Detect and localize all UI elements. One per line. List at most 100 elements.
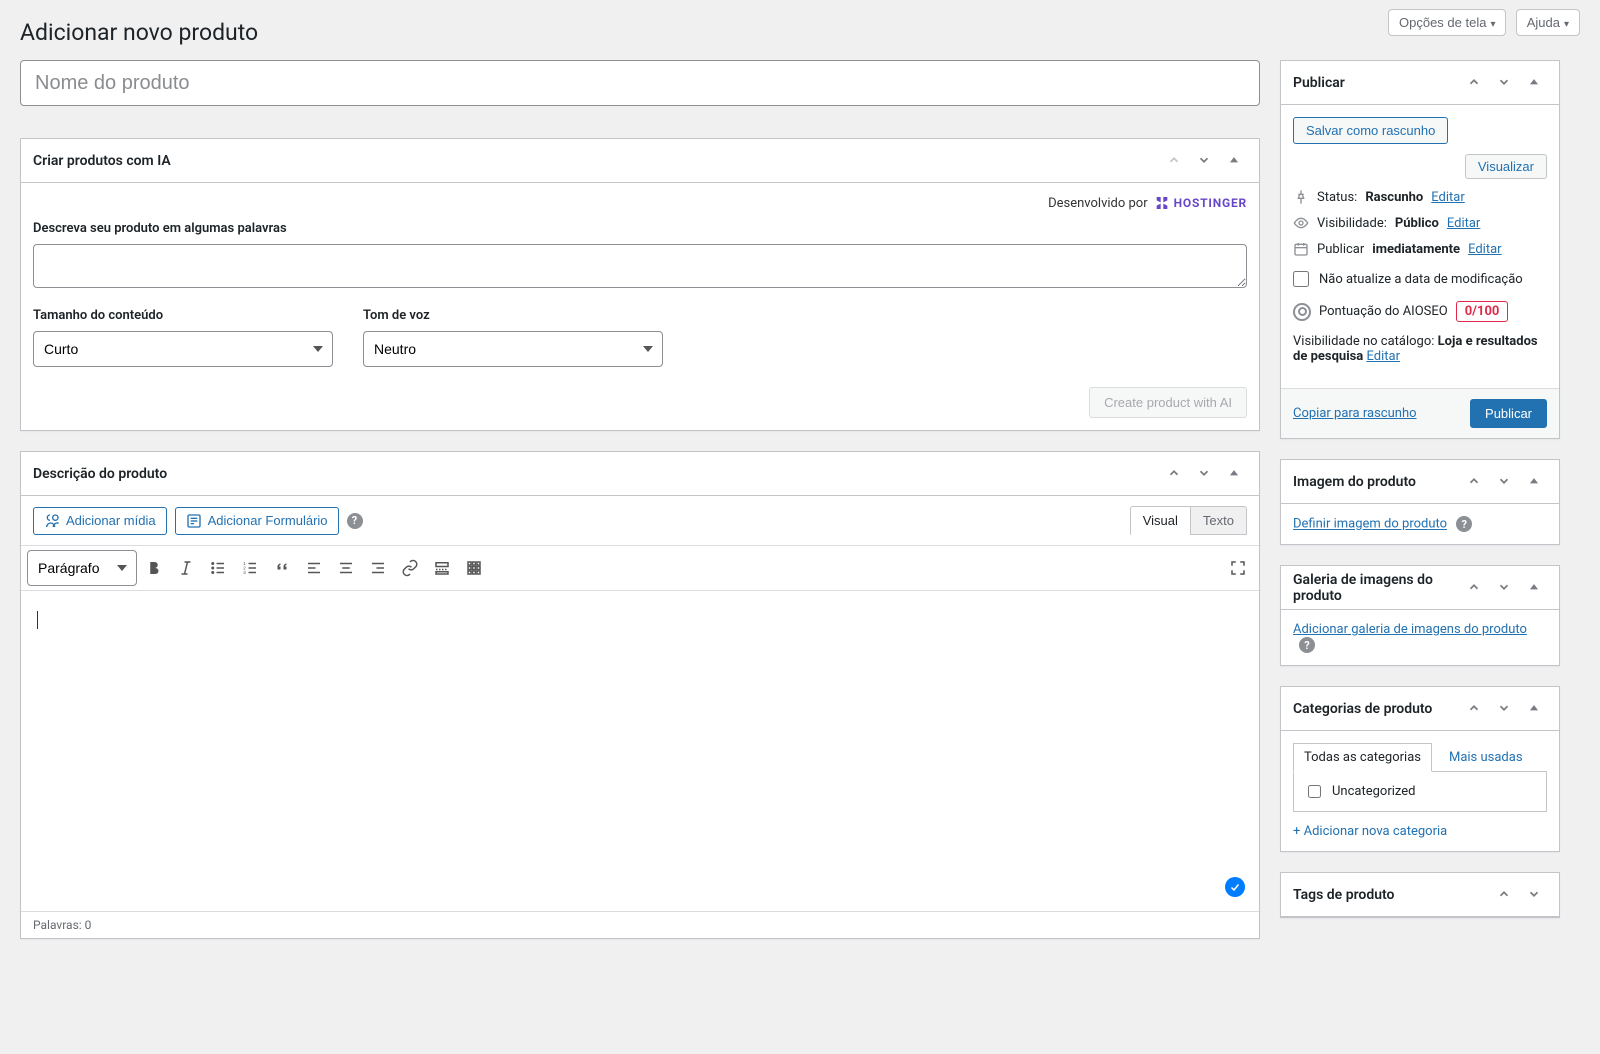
preview-button[interactable]: Visualizar [1465, 154, 1547, 179]
product-image-title: Imagem do produto [1293, 474, 1416, 490]
product-gallery-title: Galeria de imagens do produto [1293, 572, 1443, 604]
publish-date-label: Publicar [1317, 242, 1364, 257]
describe-label: Descreva seu produto em algumas palavras [33, 221, 1247, 236]
panel-toggle-button[interactable] [1521, 576, 1547, 600]
tone-select[interactable]: Neutro [363, 331, 663, 367]
tab-visual[interactable]: Visual [1130, 506, 1190, 535]
add-media-label: Adicionar mídia [66, 513, 156, 528]
editor-cursor [37, 611, 38, 629]
status-value: Rascunho [1365, 190, 1423, 205]
set-product-image-link[interactable]: Definir imagem do produto [1293, 517, 1447, 532]
publish-date-edit-link[interactable]: Editar [1468, 242, 1502, 257]
add-gallery-link[interactable]: Adicionar galeria de imagens do produto [1293, 622, 1527, 637]
screen-options-button[interactable]: Opções de tela [1388, 9, 1506, 36]
help-icon[interactable]: ? [1299, 637, 1315, 653]
visibility-label: Visibilidade: [1317, 216, 1387, 231]
panel-move-up-button[interactable] [1491, 883, 1517, 907]
toolbar-toggle-button[interactable] [459, 553, 489, 583]
blockquote-button[interactable] [267, 553, 297, 583]
tab-text[interactable]: Texto [1190, 506, 1247, 535]
insert-more-button[interactable] [427, 553, 457, 583]
aioseo-icon [1293, 303, 1311, 321]
help-label: Ajuda [1527, 15, 1560, 30]
link-button[interactable] [395, 553, 425, 583]
panel-move-up-button[interactable] [1461, 576, 1487, 600]
powered-by-label: Desenvolvido por HOSTINGER [33, 195, 1247, 211]
editor-check-badge[interactable] [1225, 877, 1245, 897]
content-length-label: Tamanho do conteúdo [33, 308, 333, 323]
publish-panel: Publicar Salvar como rascunho Visualizar… [1280, 60, 1560, 439]
product-categories-title: Categorias de produto [1293, 701, 1432, 717]
pin-icon [1293, 189, 1309, 205]
help-button[interactable]: Ajuda [1516, 9, 1580, 36]
align-center-button[interactable] [331, 553, 361, 583]
status-edit-link[interactable]: Editar [1431, 190, 1465, 205]
numbered-list-button[interactable]: 123 [235, 553, 265, 583]
help-icon[interactable]: ? [1456, 516, 1472, 532]
panel-move-up-button[interactable] [1461, 71, 1487, 95]
panel-move-down-button[interactable] [1521, 883, 1547, 907]
create-with-ai-button: Create product with AI [1089, 387, 1247, 418]
editor-content-area[interactable] [21, 591, 1259, 911]
no-update-date-label: Não atualize a data de modificação [1319, 272, 1523, 287]
panel-move-down-button[interactable] [1191, 149, 1217, 173]
ai-create-panel: Criar produtos com IA Desenvolvido por H… [20, 138, 1260, 431]
panel-move-down-button[interactable] [1191, 462, 1217, 486]
product-description-title: Descrição do produto [33, 466, 167, 482]
add-form-label: Adicionar Formulário [208, 513, 328, 528]
panel-move-up-button[interactable] [1161, 462, 1187, 486]
content-length-select[interactable]: Curto [33, 331, 333, 367]
publish-title: Publicar [1293, 75, 1345, 91]
help-icon[interactable]: ? [347, 513, 363, 529]
product-title-input[interactable] [20, 60, 1260, 106]
product-categories-panel: Categorias de produto Todas as categoria… [1280, 686, 1560, 852]
product-tags-title: Tags de produto [1293, 887, 1394, 903]
align-right-button[interactable] [363, 553, 393, 583]
hostinger-logo: HOSTINGER [1154, 195, 1247, 211]
copy-to-draft-link[interactable]: Copiar para rascunho [1293, 406, 1417, 421]
publish-date-value: imediatamente [1372, 242, 1460, 257]
no-update-date-checkbox[interactable] [1293, 271, 1309, 287]
panel-toggle-button[interactable] [1221, 149, 1247, 173]
page-title: Adicionar novo produto [2, 10, 1580, 50]
panel-toggle-button[interactable] [1521, 71, 1547, 95]
editor-word-count: Palavras: 0 [21, 911, 1259, 938]
fullscreen-button[interactable] [1223, 553, 1253, 583]
panel-toggle-button[interactable] [1521, 697, 1547, 721]
visibility-edit-link[interactable]: Editar [1447, 216, 1481, 231]
save-draft-button[interactable]: Salvar como rascunho [1293, 117, 1448, 144]
panel-move-up-button [1161, 149, 1187, 173]
panel-move-down-button[interactable] [1491, 71, 1517, 95]
panel-move-down-button[interactable] [1491, 576, 1517, 600]
italic-button[interactable] [171, 553, 201, 583]
panel-move-up-button[interactable] [1461, 697, 1487, 721]
product-tags-panel: Tags de produto [1280, 872, 1560, 918]
format-select[interactable]: Parágrafo [27, 550, 137, 586]
align-left-button[interactable] [299, 553, 329, 583]
add-media-button[interactable]: Adicionar mídia [33, 507, 167, 535]
add-form-button[interactable]: Adicionar Formulário [175, 507, 339, 535]
product-gallery-panel: Galeria de imagens do produto Adicionar … [1280, 565, 1560, 666]
panel-move-down-button[interactable] [1491, 697, 1517, 721]
panel-move-down-button[interactable] [1491, 470, 1517, 494]
svg-text:3: 3 [243, 570, 246, 575]
bullet-list-button[interactable] [203, 553, 233, 583]
catalog-visibility-label: Visibilidade no catálogo: [1293, 334, 1434, 349]
panel-toggle-button[interactable] [1521, 470, 1547, 494]
panel-move-up-button[interactable] [1461, 470, 1487, 494]
ai-create-title: Criar produtos com IA [33, 153, 171, 169]
publish-button[interactable]: Publicar [1470, 399, 1547, 428]
tab-most-used[interactable]: Mais usadas [1438, 743, 1534, 772]
category-checkbox[interactable] [1308, 785, 1321, 798]
bold-button[interactable] [139, 553, 169, 583]
tab-all-categories[interactable]: Todas as categorias [1293, 743, 1432, 772]
calendar-icon [1293, 241, 1309, 257]
panel-toggle-button[interactable] [1221, 462, 1247, 486]
eye-icon [1293, 215, 1309, 231]
aioseo-label: Pontuação do AIOSEO [1319, 304, 1448, 319]
aioseo-score-badge: 0/100 [1456, 301, 1509, 322]
visibility-value: Público [1395, 216, 1439, 231]
ai-describe-textarea[interactable] [33, 244, 1247, 288]
catalog-edit-link[interactable]: Editar [1367, 349, 1401, 364]
add-category-link[interactable]: + Adicionar nova categoria [1293, 824, 1447, 839]
